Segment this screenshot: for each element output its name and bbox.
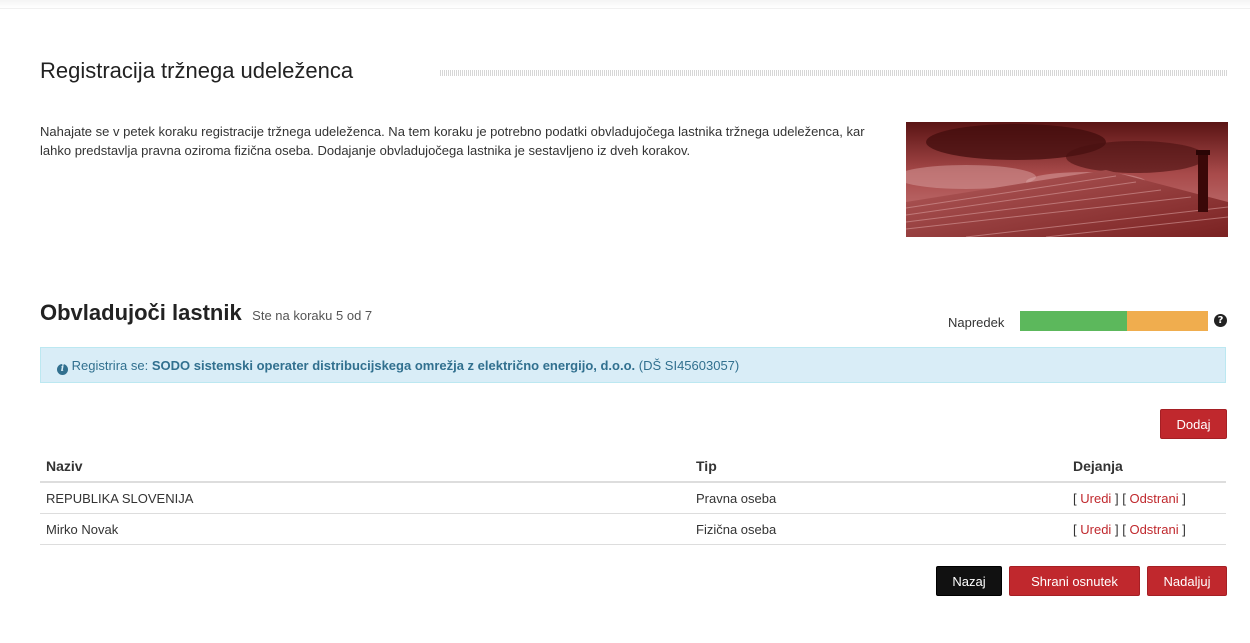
add-button[interactable]: Dodaj <box>1160 409 1227 439</box>
header-name: Naziv <box>40 450 690 483</box>
alert-organization: SODO sistemski operater distribucijskega… <box>151 358 636 373</box>
row-name: Mirko Novak <box>40 513 690 545</box>
back-button[interactable]: Nazaj <box>936 566 1002 596</box>
bracket: [ <box>1073 490 1077 506</box>
owners-table: Naziv Tip Dejanja REPUBLIKA SLOVENIJA Pr… <box>40 450 1226 545</box>
page: Registracija tržnega udeleženca Nahajate… <box>0 0 1250 643</box>
hero-image <box>906 122 1228 237</box>
edit-link[interactable]: Uredi <box>1080 491 1111 506</box>
row-type: Pravna oseba <box>690 482 1067 514</box>
save-draft-button[interactable]: Shrani osnutek <box>1009 566 1140 596</box>
info-circle-icon: i <box>57 364 68 375</box>
section-title: Obvladujoči lastnik <box>40 300 242 325</box>
table-row: REPUBLIKA SLOVENIJA Pravna oseba [ Uredi… <box>40 482 1226 514</box>
question-circle-icon[interactable]: ? <box>1214 314 1227 327</box>
row-actions: [ Uredi ] [ Odstrani ] <box>1067 482 1226 514</box>
step-indicator: Ste na koraku 5 od 7 <box>252 308 373 323</box>
row-name: REPUBLIKA SLOVENIJA <box>40 482 690 514</box>
bracket: ] <box>1114 490 1119 506</box>
next-button[interactable]: Nadaljuj <box>1147 566 1227 596</box>
row-type: Fizična oseba <box>690 513 1067 545</box>
page-title: Registracija tržnega udeleženca <box>40 58 354 83</box>
bracket: [ <box>1122 490 1126 506</box>
intro-text: Nahajate se v petek koraku registracije … <box>40 124 865 158</box>
alert-prefix: Registrira se: <box>71 358 149 373</box>
bracket: ] <box>1182 490 1186 506</box>
table-row: Mirko Novak Fizična oseba [ Uredi ] [ Od… <box>40 513 1226 545</box>
top-bar <box>0 0 1250 9</box>
row-actions: [ Uredi ] [ Odstrani ] <box>1067 513 1226 545</box>
edit-link[interactable]: Uredi <box>1080 522 1111 537</box>
remove-link[interactable]: Odstrani <box>1129 491 1178 506</box>
bracket: [ <box>1073 521 1077 537</box>
bracket: ] <box>1114 521 1119 537</box>
bracket: [ <box>1122 521 1126 537</box>
alert-id: (DŠ SI45603057) <box>638 358 740 373</box>
progress-bar <box>1020 311 1208 331</box>
bracket: ] <box>1182 521 1186 537</box>
title-divider <box>440 70 1227 76</box>
progress-remaining <box>1127 311 1208 331</box>
section-heading: Obvladujoči lastnik Ste na koraku 5 od 7 <box>40 300 372 326</box>
header-type: Tip <box>690 450 1067 483</box>
header-actions: Dejanja <box>1067 450 1226 483</box>
progress-done <box>1020 311 1128 331</box>
info-alert: i Registrira se: SODO sistemski operater… <box>40 347 1226 383</box>
remove-link[interactable]: Odstrani <box>1129 522 1178 537</box>
progress-label: Napredek <box>948 315 1005 330</box>
table-header-row: Naziv Tip Dejanja <box>40 450 1226 483</box>
